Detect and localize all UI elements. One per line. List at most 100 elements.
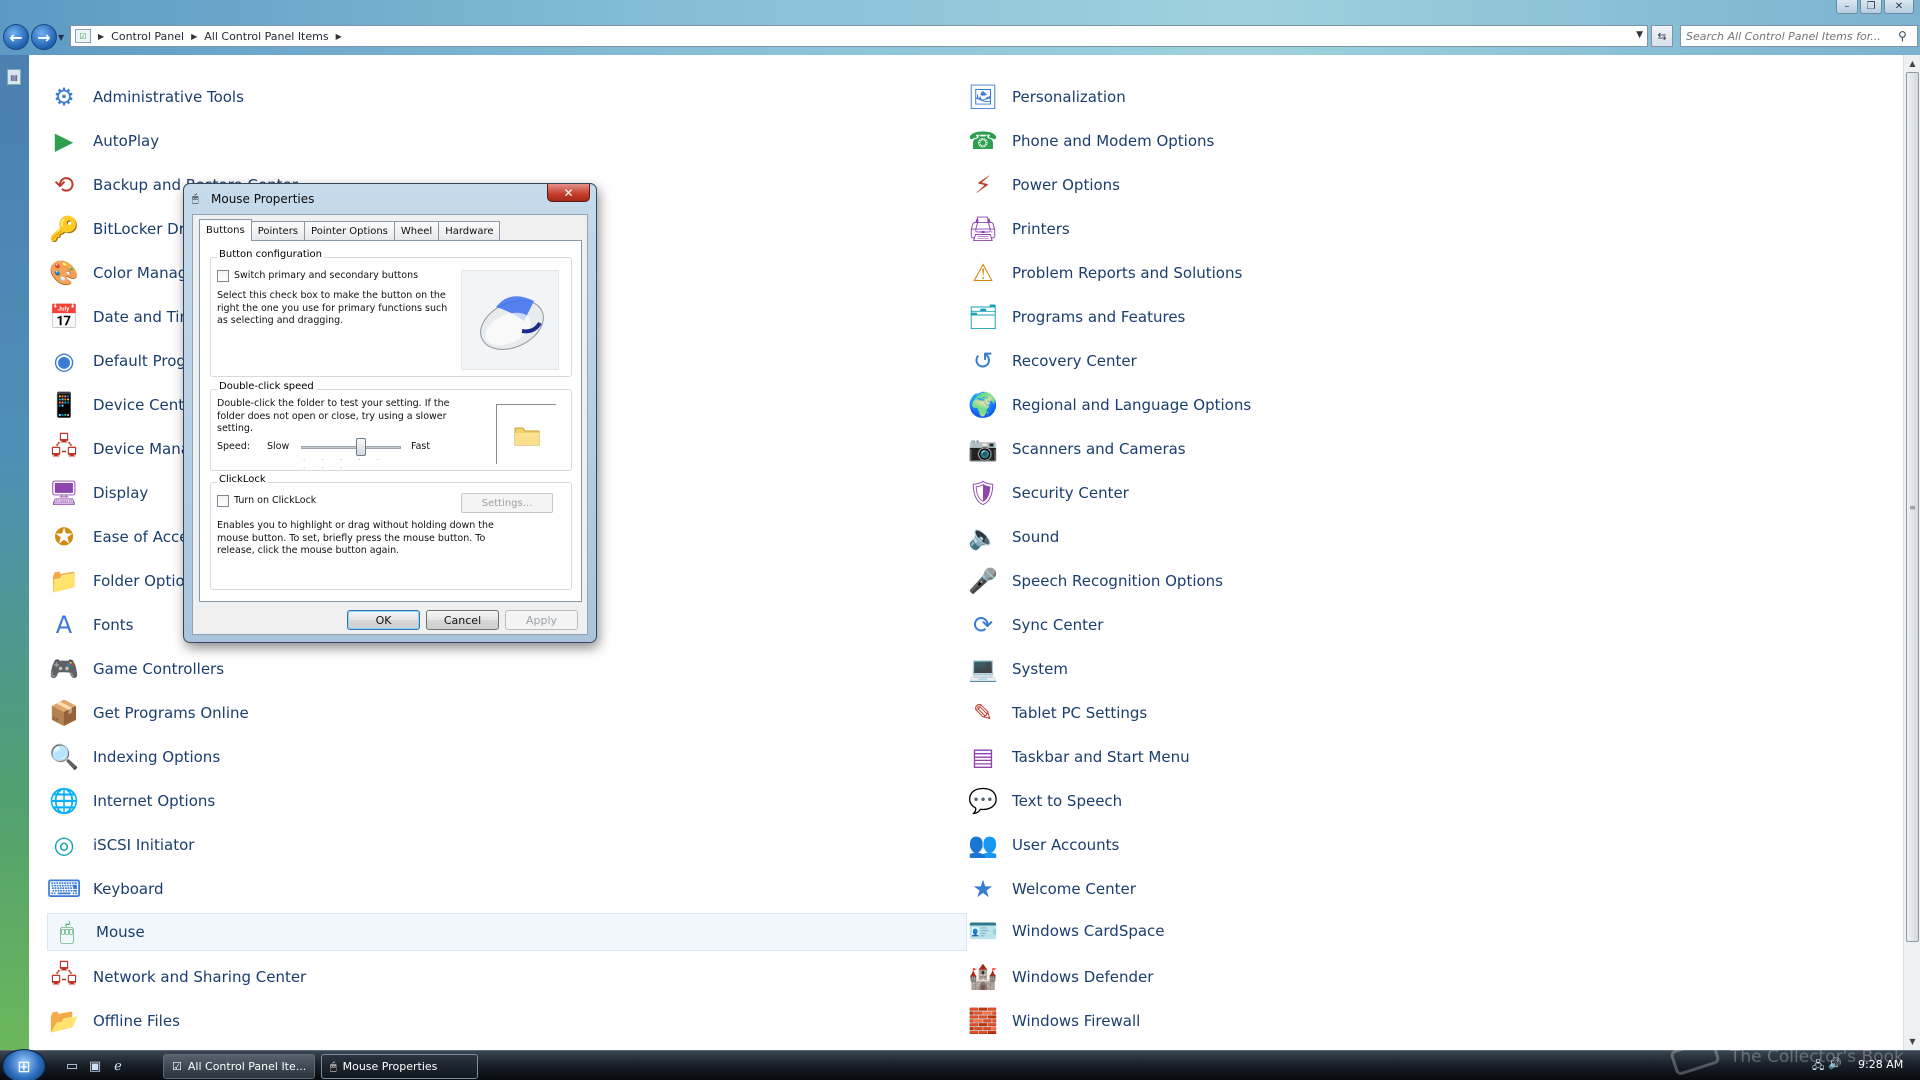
- cp-item-recovery-center[interactable]: ↺ Recovery Center: [966, 343, 1137, 379]
- dialog-title-bar[interactable]: 🖱 Mouse Properties: [192, 189, 314, 209]
- tab-hardware[interactable]: Hardware: [438, 221, 501, 241]
- clicklock-checkbox[interactable]: [217, 495, 229, 507]
- cp-item-taskbar-and-start-menu[interactable]: ▤ Taskbar and Start Menu: [966, 739, 1190, 775]
- cp-item-windows-defender[interactable]: 🏰 Windows Defender: [966, 959, 1153, 995]
- breadcrumb-all-items[interactable]: All Control Panel Items: [204, 30, 328, 43]
- search-icon[interactable]: ⚲: [1898, 29, 1907, 43]
- forward-button[interactable]: →: [31, 24, 57, 50]
- search-input[interactable]: [1686, 29, 1898, 43]
- switch-buttons-checkbox[interactable]: [217, 270, 229, 282]
- cp-item-system[interactable]: 💻 System: [966, 651, 1068, 687]
- taskbar-button-mouse-properties[interactable]: 🖱 Mouse Properties: [321, 1054, 478, 1079]
- internet-explorer-icon[interactable]: ℯ: [109, 1058, 127, 1074]
- tablet-pc-icon: ✎: [972, 699, 994, 727]
- cp-item-scanners-and-cameras[interactable]: 📷 Scanners and Cameras: [966, 431, 1186, 467]
- cp-item-iscsi-initiator[interactable]: ◎ iSCSI Initiator: [47, 827, 195, 863]
- close-button[interactable]: ✕: [1884, 0, 1914, 14]
- scroll-thumb[interactable]: ≡: [1906, 72, 1919, 942]
- cp-item-get-programs-online[interactable]: 📦 Get Programs Online: [47, 695, 249, 731]
- cp-item-welcome-center[interactable]: ★ Welcome Center: [966, 871, 1136, 907]
- cp-item-display[interactable]: 🖥 Display: [47, 475, 149, 511]
- firewall-icon: 🧱: [968, 1007, 998, 1035]
- cancel-button[interactable]: Cancel: [426, 610, 499, 630]
- fast-label: Fast: [411, 441, 431, 452]
- double-click-speed-group: Double-click speed Double-click the fold…: [210, 381, 572, 472]
- pane-toggle-icon[interactable]: ▤: [7, 69, 21, 85]
- breadcrumb-chevron-icon[interactable]: ▶: [191, 32, 197, 41]
- cp-item-mouse[interactable]: 🖱 Mouse: [47, 913, 967, 951]
- cp-item-label: Fonts: [93, 616, 134, 634]
- tab-buttons[interactable]: Buttons: [199, 219, 252, 241]
- cp-item-internet-options[interactable]: 🌐 Internet Options: [47, 783, 215, 819]
- cp-item-label: System: [1012, 660, 1068, 678]
- cp-item-security-center[interactable]: 🛡 Security Center: [966, 475, 1129, 511]
- cp-item-date-and-time[interactable]: 📅 Date and Time: [47, 299, 203, 335]
- cp-item-folder-options[interactable]: 📁 Folder Options: [47, 563, 202, 599]
- switch-buttons-label[interactable]: Switch primary and secondary buttons: [234, 270, 418, 283]
- cp-item-label: Power Options: [1012, 176, 1120, 194]
- cp-item-problem-reports-and-solutions[interactable]: ⚠ Problem Reports and Solutions: [966, 255, 1242, 291]
- minimize-button[interactable]: –: [1836, 0, 1858, 14]
- test-folder-area[interactable]: [496, 404, 556, 464]
- cp-item-label: Network and Sharing Center: [93, 968, 307, 986]
- start-button[interactable]: ⊞: [2, 1049, 46, 1080]
- cp-item-label: Windows Firewall: [1012, 1012, 1141, 1030]
- cp-item-keyboard[interactable]: ⌨ Keyboard: [47, 871, 164, 907]
- clicklock-settings-button[interactable]: Settings...: [461, 493, 553, 513]
- search-box[interactable]: ⚲: [1680, 25, 1918, 47]
- vertical-scrollbar[interactable]: ▲ ≡ ▼: [1903, 55, 1920, 1050]
- cp-item-windows-firewall[interactable]: 🧱 Windows Firewall: [966, 1003, 1140, 1039]
- cp-item-tablet-pc-settings[interactable]: ✎ Tablet PC Settings: [966, 695, 1147, 731]
- cp-item-game-controllers[interactable]: 🎮 Game Controllers: [47, 651, 224, 687]
- cp-item-power-options[interactable]: ⚡ Power Options: [966, 167, 1120, 203]
- cp-item-printers[interactable]: 🖨 Printers: [966, 211, 1070, 247]
- cp-item-text-to-speech[interactable]: 💬 Text to Speech: [966, 783, 1122, 819]
- maximize-button[interactable]: ❐: [1860, 0, 1882, 14]
- switch-windows-icon[interactable]: ▣: [86, 1058, 104, 1074]
- offline-files-icon: 📂: [49, 1007, 79, 1035]
- recovery-icon: ↺: [972, 347, 994, 375]
- cp-item-autoplay[interactable]: ▶ AutoPlay: [47, 123, 159, 159]
- cp-item-label: User Accounts: [1012, 836, 1120, 854]
- scroll-down-icon[interactable]: ▼: [1904, 1033, 1920, 1050]
- cp-item-user-accounts[interactable]: 👥 User Accounts: [966, 827, 1119, 863]
- control-panel-icon: ☑: [75, 29, 91, 43]
- apply-button[interactable]: Apply: [505, 610, 578, 630]
- breadcrumb-chevron-icon[interactable]: ▶: [336, 32, 342, 41]
- cp-item-speech-recognition-options[interactable]: 🎤 Speech Recognition Options: [966, 563, 1223, 599]
- cp-item-windows-cardspace[interactable]: 🪪 Windows CardSpace: [966, 913, 1164, 949]
- refresh-button[interactable]: ⇆: [1651, 25, 1673, 47]
- back-button[interactable]: ←: [3, 24, 29, 50]
- dialog-close-button[interactable]: ✕: [547, 184, 590, 202]
- cp-item-label: Security Center: [1012, 484, 1129, 502]
- cp-item-personalization[interactable]: 🖼 Personalization: [966, 79, 1126, 115]
- user-accounts-icon: 👥: [968, 831, 998, 859]
- breadcrumb-control-panel[interactable]: Control Panel: [111, 30, 184, 43]
- cp-item-sound[interactable]: 🔈 Sound: [966, 519, 1059, 555]
- address-dropdown-icon[interactable]: ▼: [1636, 30, 1643, 40]
- recent-pages-dropdown[interactable]: ▼: [58, 33, 64, 42]
- clicklock-label[interactable]: Turn on ClickLock: [234, 495, 316, 508]
- cp-item-offline-files[interactable]: 📂 Offline Files: [47, 1003, 180, 1039]
- programs-features-icon: 🗂: [967, 303, 999, 331]
- ok-button[interactable]: OK: [347, 610, 420, 630]
- cp-item-phone-and-modem-options[interactable]: ☎ Phone and Modem Options: [966, 123, 1214, 159]
- tab-pointers[interactable]: Pointers: [250, 221, 306, 241]
- double-click-slider-thumb[interactable]: [356, 438, 366, 456]
- cp-item-fonts[interactable]: A Fonts: [47, 607, 134, 643]
- cp-item-administrative-tools[interactable]: ⚙ Administrative Tools: [47, 79, 244, 115]
- cp-item-sync-center[interactable]: ⟳ Sync Center: [966, 607, 1103, 643]
- taskbar-button-control-panel[interactable]: ☑ All Control Panel Ite...: [163, 1054, 315, 1079]
- address-bar[interactable]: ☑ ▶ Control Panel ▶ All Control Panel It…: [70, 25, 1648, 47]
- scroll-up-icon[interactable]: ▲: [1904, 55, 1920, 72]
- cp-item-device-center[interactable]: 📱 Device Center: [47, 387, 200, 423]
- cp-item-network-and-sharing-center[interactable]: 🖧 Network and Sharing Center: [47, 959, 307, 995]
- cp-item-programs-and-features[interactable]: 🗂 Programs and Features: [966, 299, 1186, 335]
- cp-item-indexing-options[interactable]: 🔍 Indexing Options: [47, 739, 220, 775]
- breadcrumb-chevron-icon[interactable]: ▶: [98, 32, 104, 41]
- double-click-slider-track[interactable]: [301, 446, 401, 449]
- cp-item-regional-and-language-options[interactable]: 🌍 Regional and Language Options: [966, 387, 1251, 423]
- tab-wheel[interactable]: Wheel: [393, 221, 440, 241]
- show-desktop-icon[interactable]: ▭: [63, 1058, 81, 1074]
- tab-pointer-options[interactable]: Pointer Options: [304, 221, 395, 241]
